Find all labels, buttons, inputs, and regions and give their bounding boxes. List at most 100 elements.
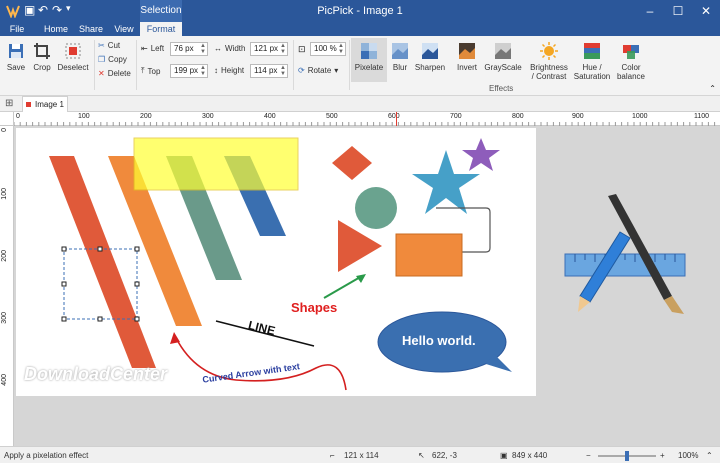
zoom-input[interactable]: 100 % ▲ ▼	[310, 42, 346, 56]
height-input[interactable]: 114 px ▲ ▼	[250, 64, 288, 78]
sharpen-label: Sharpen	[414, 63, 446, 72]
cut-button[interactable]: ✂ Cut	[98, 41, 120, 50]
sun-icon	[540, 42, 558, 60]
grayscale-button[interactable]: GrayScale	[484, 41, 522, 72]
pixelate-icon	[361, 43, 377, 59]
ruler-label: 300	[202, 113, 214, 120]
height-value: 114 px	[254, 66, 278, 75]
save-button[interactable]: Save	[3, 41, 29, 72]
zoom-slider[interactable]	[598, 451, 656, 461]
left-label: Left	[150, 44, 165, 53]
maximize-button[interactable]: ☐	[664, 0, 692, 22]
rotate-button[interactable]: ⟳ Rotate ▾	[298, 66, 338, 75]
thumbnails-icon[interactable]: ⊞	[5, 98, 13, 109]
top-label-row: ⤒ Top	[141, 66, 160, 76]
top-value: 199 px	[174, 66, 199, 75]
ruler-label: 200	[140, 113, 152, 120]
left-icon: ⇤	[141, 44, 148, 53]
hue-saturation-button[interactable]: Hue / Saturation	[572, 41, 612, 81]
status-bar: Apply a pixelation effect ⌐ 121 x 114 ↖ …	[0, 446, 720, 463]
ruler-label: 1100	[694, 113, 710, 120]
rotate-icon: ⟳	[298, 66, 305, 75]
diamond-shape	[332, 146, 372, 180]
invert-button[interactable]: Invert	[452, 41, 482, 72]
tab-home[interactable]: Home	[40, 22, 72, 36]
chevron-down-icon: ▾	[334, 66, 339, 75]
brush-tip-art	[664, 296, 684, 314]
spin-arrows-icon[interactable]: ▲ ▼	[280, 43, 286, 55]
zoom-value: 100 %	[314, 44, 337, 53]
color-balance-button[interactable]: Color balance	[614, 41, 648, 81]
cursor-icon: ↖	[418, 451, 425, 460]
ruler-label: 0	[1, 128, 8, 132]
save-label: Save	[6, 63, 26, 72]
design-tools-artwork-icon	[564, 194, 686, 314]
top-icon: ⤒	[141, 66, 145, 75]
grayscale-label: GrayScale	[484, 63, 522, 72]
effects-group-label: Effects	[489, 84, 514, 93]
width-label-row: ↔ Width	[214, 44, 245, 53]
document-tab-image-1[interactable]: Image 1	[22, 96, 68, 112]
minimize-button[interactable]: –	[636, 0, 664, 22]
deselect-button[interactable]: Deselect	[56, 41, 90, 72]
delete-button[interactable]: ✕ Delete	[98, 69, 131, 78]
blur-icon	[392, 43, 408, 59]
horizontal-ruler: 0 100 200 300 400 500 600 700 800 900 10…	[14, 112, 720, 126]
close-button[interactable]: ✕	[692, 0, 720, 22]
left-input[interactable]: 76 px ▲ ▼	[170, 42, 208, 56]
collapse-ribbon-icon[interactable]: ⌃	[709, 84, 716, 93]
top-input[interactable]: 199 px ▲ ▼	[170, 64, 208, 78]
copy-label: Copy	[108, 55, 127, 64]
sharpen-button[interactable]: Sharpen	[414, 41, 446, 72]
spin-arrows-icon[interactable]: ▲ ▼	[338, 43, 344, 55]
ruler-label: 700	[450, 113, 462, 120]
zoom-in-icon[interactable]: +	[660, 451, 665, 460]
ruler-cursor-marker	[396, 112, 397, 126]
document-tab-label: Image 1	[35, 100, 64, 109]
width-input[interactable]: 121 px ▲ ▼	[250, 42, 288, 56]
blur-button[interactable]: Blur	[388, 41, 412, 72]
spin-arrows-icon[interactable]: ▲ ▼	[200, 65, 206, 77]
invert-icon	[459, 43, 475, 59]
document-tabs: ⊞ Image 1	[0, 96, 720, 112]
copy-icon: ❐	[98, 55, 106, 64]
image-canvas[interactable]: Shapes LINE Hello world. Curved Arrow wi…	[16, 128, 536, 396]
pixelate-label: Pixelate	[354, 63, 384, 72]
circle-shape	[355, 187, 397, 229]
ruler-label: 400	[264, 113, 276, 120]
tab-share[interactable]: Share	[76, 22, 106, 36]
spin-arrows-icon[interactable]: ▲ ▼	[200, 43, 206, 55]
tab-format[interactable]: Format	[140, 22, 182, 37]
yellow-highlight-rect	[133, 137, 299, 191]
small-star-shape	[462, 138, 500, 171]
zoom-slider-thumb[interactable]	[625, 451, 629, 461]
ruler-label: 500	[326, 113, 338, 120]
copy-button[interactable]: ❐ Copy	[98, 55, 127, 64]
ruler-label: 100	[78, 113, 90, 120]
height-icon: ↕	[214, 66, 218, 75]
ribbon-separator	[349, 40, 350, 90]
sharpen-icon	[422, 43, 438, 59]
deselect-label: Deselect	[57, 63, 89, 72]
brightness-contrast-button[interactable]: Brightness / Contrast	[530, 41, 568, 81]
crop-label: Crop	[33, 63, 51, 72]
spin-arrows-icon[interactable]: ▲ ▼	[280, 65, 286, 77]
pixelate-button[interactable]: Pixelate	[351, 38, 387, 82]
tab-view[interactable]: View	[110, 22, 138, 36]
delete-icon: ✕	[98, 69, 105, 78]
ruler-label: 300	[1, 312, 8, 324]
chevron-up-icon[interactable]: ⌃	[706, 451, 713, 460]
width-label: Width	[225, 44, 246, 53]
cursor-position: 622, -3	[432, 451, 457, 460]
ruler-label: 600	[388, 113, 400, 120]
delete-label: Delete	[107, 69, 131, 78]
brightness-contrast-label: Brightness / Contrast	[530, 63, 568, 81]
selection-size: 121 x 114	[344, 451, 379, 460]
resize-icon: ⊡	[298, 44, 306, 54]
zoom-out-icon[interactable]: −	[586, 451, 591, 460]
height-label-row: ↕ Height	[214, 66, 244, 75]
ribbon-separator	[136, 40, 137, 90]
invert-label: Invert	[456, 63, 477, 72]
tab-file[interactable]: File	[4, 22, 30, 36]
crop-button[interactable]: Crop	[30, 41, 54, 72]
